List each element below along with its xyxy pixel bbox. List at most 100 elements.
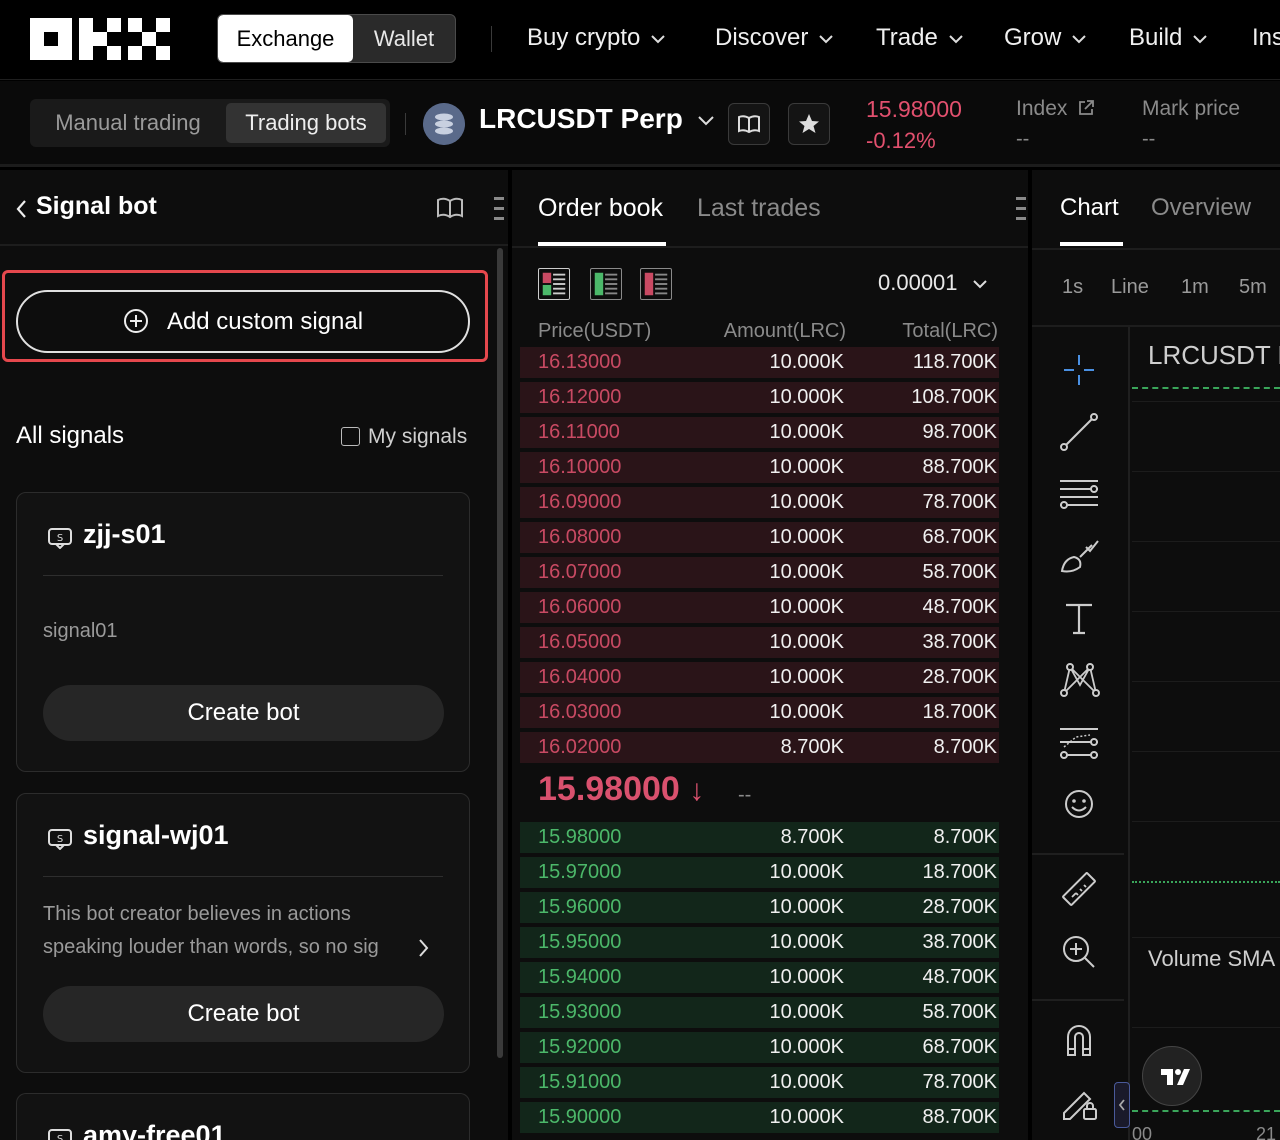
brush-icon[interactable] [1056,533,1102,579]
zoom-in-icon[interactable] [1056,929,1102,975]
drag-handle-icon[interactable] [494,196,504,222]
bid-row[interactable]: 15.92000 10.000K 68.700K [520,1032,999,1063]
horizontal-lines-icon[interactable] [1056,471,1102,517]
ask-row[interactable]: 16.06000 10.000K 48.700K [520,592,999,623]
bid-price: 15.96000 [538,896,622,918]
bid-row[interactable]: 15.97000 10.000K 18.700K [520,857,999,888]
okx-logo[interactable] [30,18,170,60]
view-bids-icon[interactable] [590,268,622,300]
emoji-icon[interactable] [1056,781,1102,827]
ask-amount: 10.000K [769,351,844,373]
signal-description: signal01 [43,620,118,642]
bid-row[interactable]: 15.95000 10.000K 38.700K [520,927,999,958]
bid-row[interactable]: 15.98000 8.700K 8.700K [520,822,999,853]
tradingview-logo[interactable] [1142,1046,1202,1106]
gridline [1132,401,1280,402]
drag-handle-icon[interactable] [1016,196,1026,222]
index-label[interactable]: Index [1016,97,1095,121]
nav-build[interactable]: Build [1129,20,1208,56]
bid-row[interactable]: 15.91000 10.000K 78.700K [520,1067,999,1098]
tab-overview[interactable]: Overview [1151,194,1251,222]
view-both-icon[interactable] [538,268,570,300]
crosshair-icon[interactable] [1056,347,1102,393]
bid-amount: 10.000K [769,896,844,918]
pattern-icon[interactable] [1056,657,1102,703]
bid-price: 15.97000 [538,861,622,883]
nav-discover[interactable]: Discover [715,20,834,56]
plus-circle-icon [123,309,148,333]
wallet-tab[interactable]: Wallet [353,15,455,62]
timeframe-1m[interactable]: 1m [1181,276,1209,299]
view-asks-icon[interactable] [640,268,672,300]
scrollbar[interactable] [497,248,503,1058]
bid-price: 15.90000 [538,1106,622,1128]
lock-drawing-icon[interactable] [1056,1079,1102,1125]
signal-icon: S [48,528,72,549]
manual-trading-tab[interactable]: Manual trading [30,99,226,147]
ask-price: 16.05000 [538,631,622,653]
mid-price[interactable]: 15.98000 ↓ [538,770,704,809]
forecast-icon[interactable] [1056,719,1102,765]
ask-price: 16.09000 [538,491,622,513]
bid-row[interactable]: 15.90000 10.000K 88.700K [520,1102,999,1133]
ask-row[interactable]: 16.11000 10.000K 98.700K [520,417,999,448]
ask-row[interactable]: 16.02000 8.700K 8.700K [520,732,999,763]
ask-row[interactable]: 16.09000 10.000K 78.700K [520,487,999,518]
bid-row[interactable]: 15.94000 10.000K 48.700K [520,962,999,993]
all-signals-heading: All signals [16,422,125,449]
nav-grow[interactable]: Grow [1004,20,1087,56]
create-bot-button[interactable]: Create bot [43,986,444,1042]
chart-plot-area[interactable] [1132,327,1280,1140]
collapse-toolbar-button[interactable] [1114,1082,1130,1128]
mark-price-value: -- [1142,128,1156,150]
bid-amount: 10.000K [769,1106,844,1128]
timeframe-5m[interactable]: 5m [1239,276,1267,299]
pair-selector[interactable]: LRCUSDT Perp [479,103,715,135]
ask-row[interactable]: 16.13000 10.000K 118.700K [520,347,999,378]
bid-row[interactable]: 15.93000 10.000K 58.700K [520,997,999,1028]
ask-amount: 8.700K [780,736,844,758]
create-bot-button[interactable]: Create bot [43,685,444,741]
book-icon[interactable] [436,196,464,220]
column-header-total: Total(LRC) [902,320,998,342]
ask-amount: 10.000K [769,386,844,408]
nav-institutional[interactable]: Ins [1252,20,1280,56]
lrc-coin-icon [423,103,465,145]
bid-price: 15.95000 [538,931,622,953]
signal-card[interactable]: S signal-wj01 This bot creator believes … [16,793,470,1073]
timeframe-1s[interactable]: 1s [1062,276,1083,299]
timeframe-line[interactable]: Line [1111,276,1149,299]
ask-row[interactable]: 16.05000 10.000K 38.700K [520,627,999,658]
exchange-tab[interactable]: Exchange [218,15,353,62]
magnet-icon[interactable] [1056,1017,1102,1063]
tab-last-trades[interactable]: Last trades [697,194,821,223]
ask-row[interactable]: 16.10000 10.000K 88.700K [520,452,999,483]
tradingview-icon [1161,1069,1190,1085]
ask-row[interactable]: 16.08000 10.000K 68.700K [520,522,999,553]
ruler-icon[interactable] [1056,867,1102,913]
my-signals-checkbox[interactable]: My signals [341,425,467,449]
divider [43,575,443,576]
chevron-right-icon[interactable] [417,937,431,959]
svg-text:S: S [57,533,63,544]
guide-book-button[interactable] [728,103,770,145]
precision-select[interactable]: 0.00001 [878,270,988,296]
favorite-button[interactable] [788,103,830,145]
tab-chart[interactable]: Chart [1060,194,1119,222]
ask-row[interactable]: 16.07000 10.000K 58.700K [520,557,999,588]
tab-order-book[interactable]: Order book [538,194,663,223]
ask-row[interactable]: 16.12000 10.000K 108.700K [520,382,999,413]
nav-buy-crypto[interactable]: Buy crypto [527,20,666,56]
back-chevron-icon[interactable] [14,198,28,220]
bid-row[interactable]: 15.96000 10.000K 28.700K [520,892,999,923]
ask-row[interactable]: 16.03000 10.000K 18.700K [520,697,999,728]
trading-bots-tab[interactable]: Trading bots [226,103,386,143]
ask-row[interactable]: 16.04000 10.000K 28.700K [520,662,999,693]
trend-line-icon[interactable] [1056,409,1102,455]
signal-card[interactable]: S amy-free01 [16,1093,470,1140]
nav-trade[interactable]: Trade [876,20,964,56]
text-icon[interactable] [1056,595,1102,641]
add-custom-signal-button[interactable]: Add custom signal [16,290,470,353]
ask-price: 16.08000 [538,526,622,548]
signal-card[interactable]: S zjj-s01 signal01 Create bot [16,492,470,772]
